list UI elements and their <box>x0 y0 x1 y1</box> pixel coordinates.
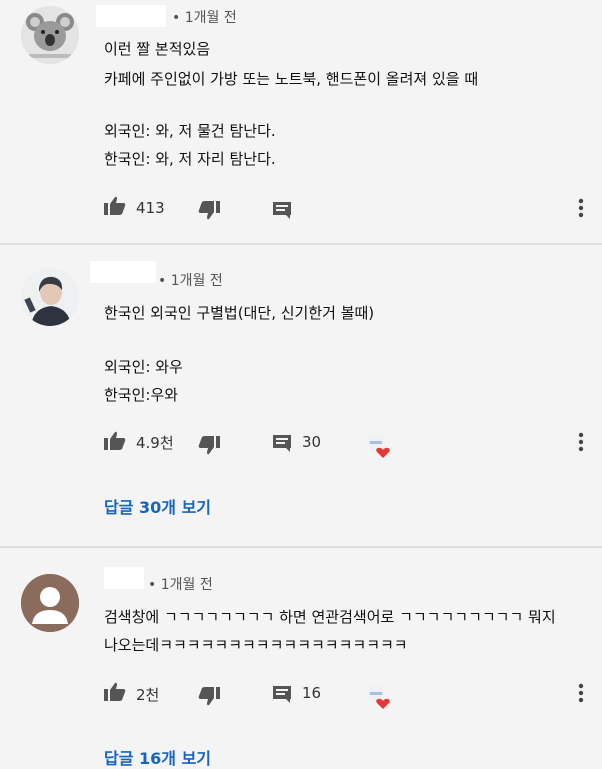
comment-line: 한국인:우와 <box>104 386 179 404</box>
comment-line: 외국인: 와, 저 물건 탐난다. <box>104 122 276 140</box>
thumbs-down-icon[interactable] <box>198 435 220 459</box>
like-count: 413 <box>136 199 165 217</box>
comment-line: 한국인 외국인 구별법(대단, 신기한거 볼때) <box>104 304 375 322</box>
reply-comment-icon[interactable] <box>272 685 292 707</box>
thumbs-up-icon[interactable] <box>104 682 126 706</box>
comment-line: 나오는데ㅋㅋㅋㅋㅋㅋㅋㅋㅋㅋㅋㅋㅋㅋㅋㅋㅋㅋ <box>104 636 408 654</box>
default-user-avatar-icon[interactable] <box>21 574 79 632</box>
reply-comment-icon[interactable] <box>272 201 292 223</box>
comment-2: • 1개월 전 한국인 외국인 구별법(대단, 신기한거 볼때) 외국인: 와우… <box>0 245 602 546</box>
redacted-username[interactable] <box>104 567 144 589</box>
more-options-icon[interactable] <box>578 198 584 222</box>
comment-3: • 1개월 전 검색창에 ㄱㄱㄱㄱㄱㄱㄱㄱ 하면 연관검색어로 ㄱㄱㄱㄱㄱㄱㄱㄱ… <box>0 548 602 769</box>
more-options-icon[interactable] <box>578 432 584 456</box>
thumbs-up-icon[interactable] <box>104 431 126 455</box>
redacted-username[interactable] <box>90 261 156 283</box>
creator-heart-icon <box>366 433 392 459</box>
comment-line: 이런 짤 본적있음 <box>104 40 211 58</box>
like-count: 2천 <box>136 686 160 704</box>
comment-1: • 1개월 전 이런 짤 본적있음 카페에 주인없이 가방 또는 노트북, 핸드… <box>0 0 602 243</box>
comment-line: 한국인: 와, 저 자리 탐난다. <box>104 150 276 168</box>
comment-time: • 1개월 전 <box>172 10 237 26</box>
reply-count: 30 <box>302 433 322 451</box>
view-replies-link[interactable]: 답글 30개 보기 <box>104 494 211 518</box>
comment-line: 카페에 주인없이 가방 또는 노트북, 핸드폰이 올려져 있을 때 <box>104 70 479 88</box>
comment-line: 외국인: 와우 <box>104 358 183 376</box>
creator-heart-icon <box>366 684 392 710</box>
thumbs-down-icon[interactable] <box>198 686 220 710</box>
reply-comment-icon[interactable] <box>272 434 292 456</box>
view-replies-link[interactable]: 답글 16개 보기 <box>104 745 211 769</box>
thumbs-up-icon[interactable] <box>104 196 126 220</box>
reply-count: 16 <box>302 684 322 702</box>
comment-time: • 1개월 전 <box>148 577 213 593</box>
comment-time: • 1개월 전 <box>158 273 223 289</box>
comment-line: 검색창에 ㄱㄱㄱㄱㄱㄱㄱㄱ 하면 연관검색어로 ㄱㄱㄱㄱㄱㄱㄱㄱㄱ 뭐지 <box>104 608 556 626</box>
thumbs-down-icon[interactable] <box>198 200 220 224</box>
koala-avatar-icon[interactable] <box>21 6 79 64</box>
redacted-username[interactable] <box>96 5 166 27</box>
person-photo-avatar-icon[interactable] <box>21 268 79 326</box>
more-options-icon[interactable] <box>578 683 584 707</box>
like-count: 4.9천 <box>136 434 174 452</box>
